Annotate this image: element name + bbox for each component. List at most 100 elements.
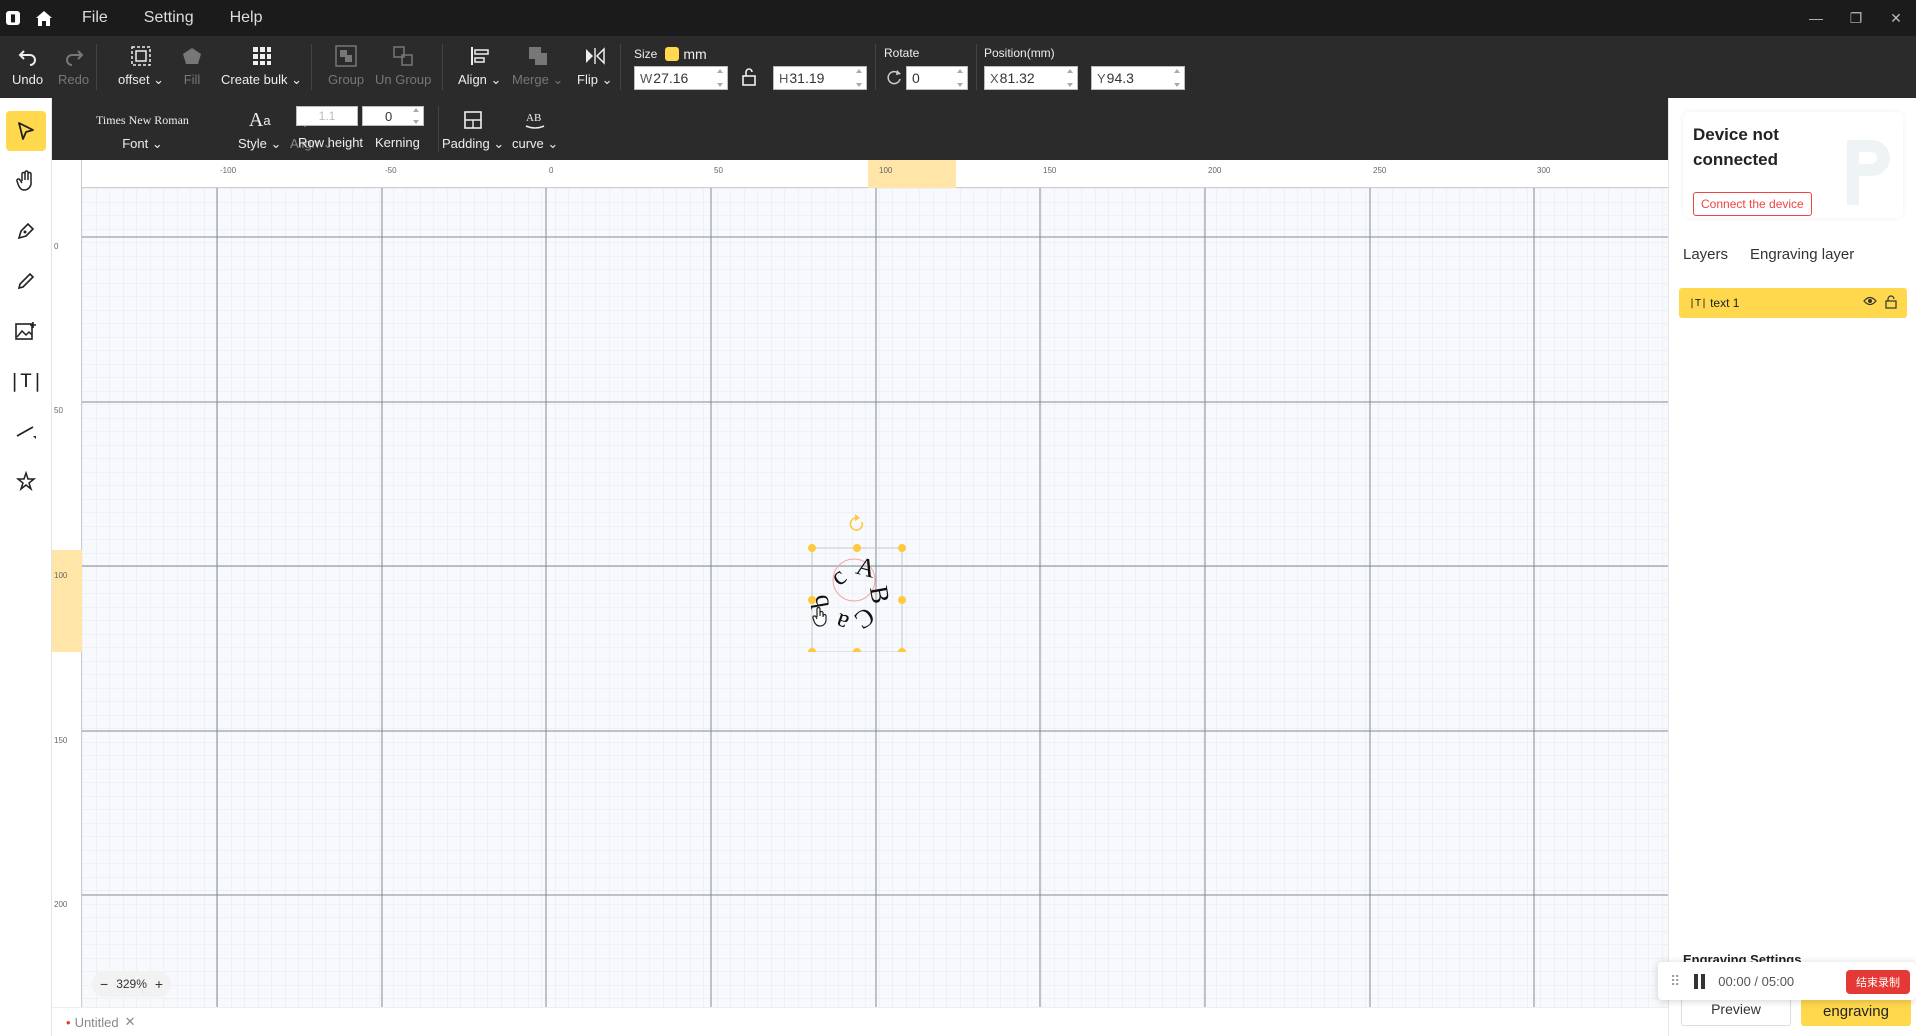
- height-stepper[interactable]: [854, 69, 864, 87]
- engraving-button[interactable]: engraving: [1801, 996, 1911, 1026]
- offset-button[interactable]: offset ⌄: [118, 44, 164, 88]
- resize-handle[interactable]: [853, 648, 861, 652]
- document-tab[interactable]: • Untitled ✕: [52, 1007, 1668, 1036]
- kerning-value: 0: [385, 108, 393, 124]
- stop-recording-button[interactable]: 结束录制: [1846, 970, 1910, 994]
- preview-button[interactable]: Preview: [1681, 996, 1791, 1026]
- redo-button[interactable]: Redo: [58, 44, 89, 87]
- restore-icon[interactable]: ❐: [1836, 0, 1876, 36]
- magic-tool-icon[interactable]: [6, 461, 46, 501]
- padding-icon: [463, 108, 483, 132]
- resize-handle[interactable]: [898, 648, 906, 652]
- align-button[interactable]: Align ⌄: [458, 44, 501, 88]
- right-panel: Device not connected Connect the device …: [1668, 98, 1916, 1036]
- hand-tool-icon[interactable]: [6, 161, 46, 201]
- ruler-label: 150: [54, 736, 68, 745]
- engraving-settings-heading: Engraving Settings: [1683, 952, 1802, 962]
- connect-device-button[interactable]: Connect the device: [1693, 192, 1812, 216]
- unit-checkbox[interactable]: [665, 47, 680, 61]
- fill-button[interactable]: Fill: [182, 44, 202, 87]
- drag-grip-icon[interactable]: ⠿: [1670, 973, 1680, 990]
- resize-handle[interactable]: [898, 544, 906, 552]
- minimize-icon[interactable]: —: [1796, 0, 1836, 36]
- zoom-out-button[interactable]: −: [100, 976, 108, 992]
- ruler-highlight: [52, 550, 82, 652]
- kerning-input[interactable]: 0: [362, 106, 424, 126]
- horizontal-ruler: -100 -50 0 50 100 150 200 250 300: [52, 160, 1668, 188]
- image-tool-icon[interactable]: [6, 311, 46, 351]
- rotate-icon: [886, 68, 902, 91]
- resize-handle[interactable]: [808, 544, 816, 552]
- group-icon: [335, 44, 357, 68]
- canvas-area[interactable]: A B C a b c − 329% +: [52, 160, 1668, 1007]
- resize-handle[interactable]: [808, 648, 816, 652]
- font-select[interactable]: Times New Roman Font ⌄: [96, 108, 189, 152]
- fill-label: Fill: [183, 72, 201, 87]
- toolbar-divider: [875, 44, 876, 90]
- menu-file[interactable]: File: [82, 9, 108, 27]
- tab-engraving-layer[interactable]: Engraving layer: [1750, 246, 1854, 263]
- align-label: Align: [458, 72, 487, 87]
- home-icon[interactable]: [34, 8, 54, 28]
- x-stepper[interactable]: [1065, 69, 1075, 87]
- height-input[interactable]: H 31.19: [773, 66, 867, 90]
- y-value: 94.3: [1106, 70, 1134, 86]
- row-height-label: Row height: [298, 135, 364, 150]
- curve-button[interactable]: AB curve ⌄: [512, 108, 558, 152]
- undo-button[interactable]: Undo: [12, 44, 43, 87]
- ruler-label: 100: [879, 166, 893, 175]
- merge-button[interactable]: Merge ⌄: [512, 44, 563, 88]
- redo-icon: [64, 44, 84, 68]
- text-tool-icon[interactable]: |T|: [6, 361, 46, 401]
- padding-button[interactable]: Padding ⌄: [442, 108, 504, 152]
- ungroup-button[interactable]: Un Group: [375, 44, 431, 87]
- lock-ratio-icon[interactable]: [741, 67, 757, 92]
- left-toolbar: |T|: [0, 98, 52, 1036]
- menu-help[interactable]: Help: [230, 9, 263, 27]
- x-position-input[interactable]: X 81.32: [984, 66, 1078, 90]
- padding-label: Padding: [442, 136, 490, 151]
- row-height-input[interactable]: 1.1: [296, 106, 358, 126]
- pen-tool-icon[interactable]: [6, 211, 46, 251]
- grid-icon: [252, 44, 272, 68]
- pause-icon[interactable]: [1694, 973, 1708, 989]
- flip-button[interactable]: Flip ⌄: [577, 44, 612, 88]
- pencil-tool-icon[interactable]: [6, 261, 46, 301]
- y-position-input[interactable]: Y 94.3: [1091, 66, 1185, 90]
- text-toolbar: Times New Roman Font ⌄ Aa Style ⌄ Align …: [52, 98, 1668, 160]
- menu-setting[interactable]: Setting: [144, 9, 194, 27]
- zoom-in-button[interactable]: +: [155, 976, 163, 992]
- hand-cursor-icon: [812, 606, 830, 633]
- rotate-input[interactable]: 0: [906, 66, 968, 90]
- redo-label: Redo: [58, 72, 90, 87]
- kerning-stepper[interactable]: [411, 108, 421, 124]
- eye-icon[interactable]: [1863, 295, 1877, 312]
- x-prefix: X: [990, 70, 999, 86]
- width-stepper[interactable]: [715, 69, 725, 87]
- rotate-stepper[interactable]: [955, 69, 965, 87]
- line-tool-icon[interactable]: [6, 411, 46, 451]
- recorder-bar: ⠿ 00:00 / 05:00 结束录制: [1658, 962, 1916, 1000]
- close-tab-icon[interactable]: ✕: [125, 1014, 136, 1030]
- resize-handle[interactable]: [898, 596, 906, 604]
- y-stepper[interactable]: [1172, 69, 1182, 87]
- create-bulk-button[interactable]: Create bulk ⌄: [221, 44, 302, 88]
- close-icon[interactable]: ✕: [1876, 0, 1916, 36]
- height-prefix: H: [779, 70, 789, 86]
- flip-label: Flip: [577, 72, 598, 87]
- height-value: 31.19: [789, 70, 825, 86]
- tab-layers[interactable]: Layers: [1683, 246, 1728, 263]
- group-button[interactable]: Group: [328, 44, 364, 87]
- layer-item[interactable]: |T| text 1: [1679, 288, 1907, 318]
- ungroup-label: Un Group: [375, 72, 432, 87]
- resize-handle[interactable]: [808, 596, 816, 604]
- unlock-icon[interactable]: [1885, 295, 1897, 312]
- rotate-handle-icon[interactable]: [849, 514, 864, 531]
- ruler-label: 50: [54, 406, 63, 415]
- resize-handle[interactable]: [853, 544, 861, 552]
- device-card: Device not connected Connect the device: [1683, 112, 1903, 218]
- style-button[interactable]: Aa Style ⌄: [238, 108, 281, 152]
- select-tool-icon[interactable]: [6, 111, 46, 151]
- font-label: Font: [122, 136, 149, 151]
- width-input[interactable]: W 27.16: [634, 66, 728, 90]
